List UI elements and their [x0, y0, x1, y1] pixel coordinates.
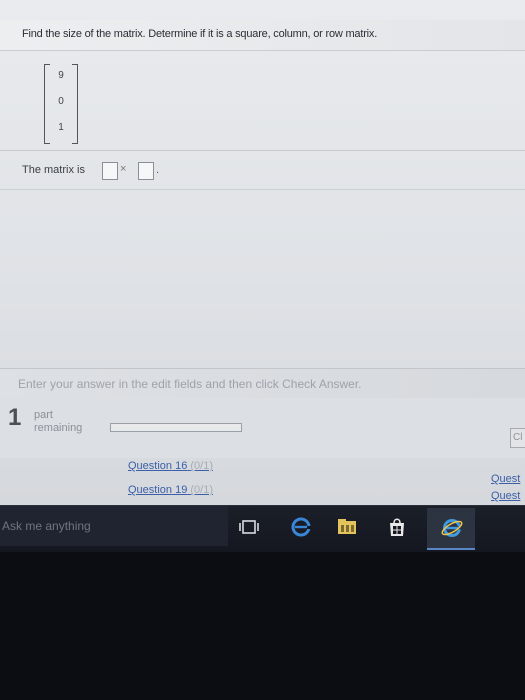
parts-label: part	[34, 409, 53, 421]
matrix-entry: 9	[58, 70, 64, 81]
question-link-label: Question 19	[128, 484, 188, 496]
rows-input[interactable]	[102, 162, 118, 180]
question-header: Find the size of the matrix. Determine i…	[0, 20, 525, 51]
question-score: (0/1)	[190, 484, 214, 496]
times-symbol: ×	[120, 163, 127, 175]
task-view-icon[interactable]	[238, 516, 260, 538]
question-score: (0/1)	[190, 460, 214, 472]
cortana-search-box[interactable]: Ask me anything	[0, 506, 228, 546]
question-19-link[interactable]: Question 19 (0/1)	[128, 484, 213, 496]
edge-icon[interactable]	[290, 516, 312, 538]
taskbar: Ask me anything	[0, 505, 525, 552]
parts-remaining-panel: 1 part remaining Cl	[0, 398, 525, 458]
store-icon[interactable]	[386, 516, 408, 538]
internet-explorer-icon[interactable]	[440, 516, 464, 540]
columns-input[interactable]	[138, 162, 154, 180]
answer-prefix: The matrix is	[22, 164, 85, 176]
question-link-label: Question 16	[128, 460, 188, 472]
parts-count: 1	[8, 404, 22, 431]
app-window: Find the size of the matrix. Determine i…	[0, 0, 525, 505]
matrix-entry: 1	[58, 122, 64, 133]
matrix-display: 9 0 1	[44, 64, 78, 144]
question-prompt: Find the size of the matrix. Determine i…	[22, 28, 378, 40]
answer-row: The matrix is × .	[0, 150, 525, 190]
file-explorer-icon[interactable]	[336, 516, 358, 538]
question-link-right[interactable]: Quest	[491, 490, 525, 502]
matrix-entry: 0	[58, 96, 64, 107]
question-16-link[interactable]: Question 16 (0/1)	[128, 460, 213, 472]
parts-label: remaining	[34, 422, 83, 434]
search-placeholder: Ask me anything	[2, 519, 91, 533]
check-answer-button[interactable]: Cl	[510, 428, 525, 448]
instruction-text: Enter your answer in the edit fields and…	[18, 377, 362, 391]
progress-bar	[110, 423, 242, 432]
question-link-right[interactable]: Quest	[491, 473, 525, 485]
answer-period: .	[156, 164, 160, 176]
instruction-bar: Enter your answer in the edit fields and…	[0, 368, 525, 400]
